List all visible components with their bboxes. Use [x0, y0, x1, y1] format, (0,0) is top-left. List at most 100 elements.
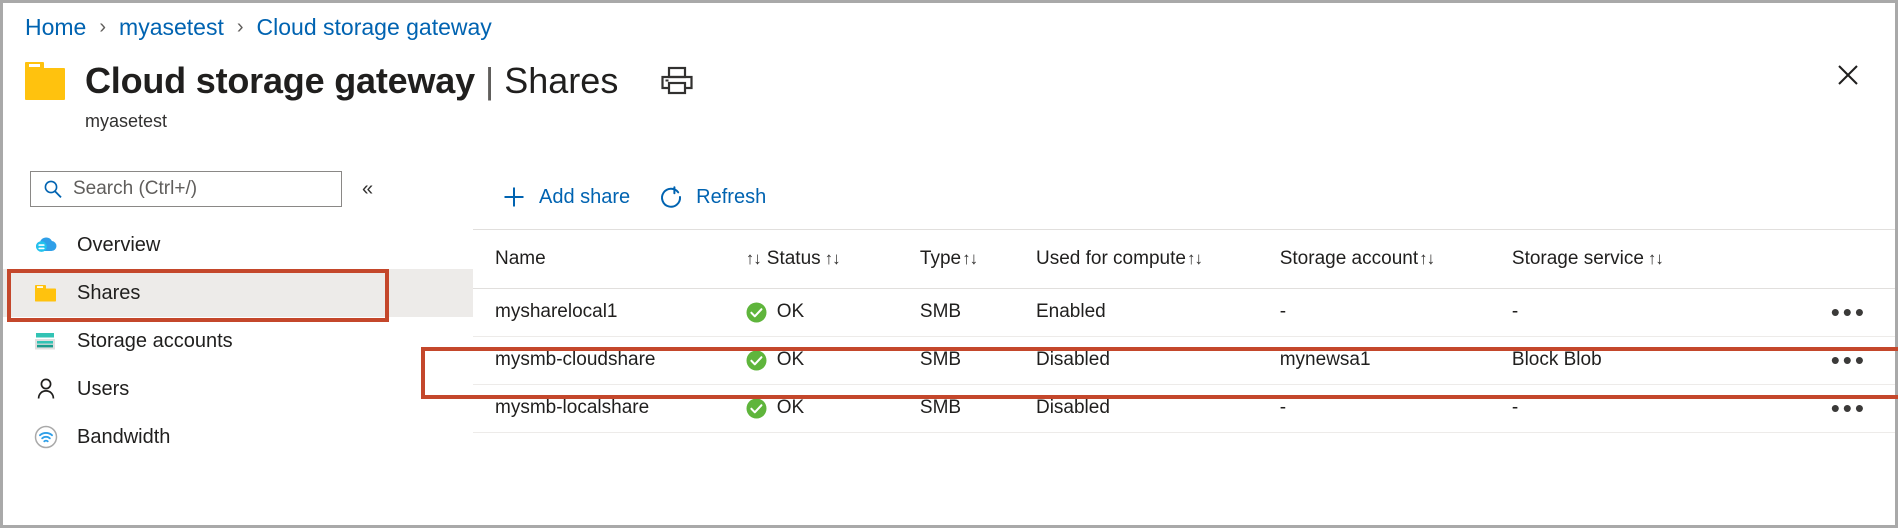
- bandwidth-icon: [33, 424, 59, 450]
- sidebar-item-bandwidth[interactable]: Bandwidth: [3, 413, 473, 461]
- cell-name[interactable]: mysmb-cloudshare: [473, 336, 746, 384]
- table-body: mysharelocal1 OK: [473, 288, 1895, 432]
- shares-table-wrapper: Name ↑↓Status↑↓ Type↑↓ Used for compute↑…: [473, 229, 1895, 433]
- table-row[interactable]: mysmb-localshare OK: [473, 384, 1895, 432]
- folder-icon: [33, 280, 59, 306]
- sidebar-item-label: Bandwidth: [77, 426, 170, 449]
- breadcrumb-separator: ›: [237, 16, 244, 39]
- folder-icon: [25, 62, 71, 100]
- column-header-label: Storage service: [1512, 248, 1644, 269]
- cell-name[interactable]: mysharelocal1: [473, 288, 746, 336]
- row-context-menu-button[interactable]: •••: [1831, 347, 1867, 373]
- sidebar-item-shares[interactable]: Shares: [3, 269, 473, 317]
- column-header-actions: [1744, 230, 1895, 288]
- column-header-label: Storage account: [1280, 248, 1418, 269]
- refresh-label: Refresh: [696, 186, 766, 209]
- add-share-label: Add share: [539, 186, 630, 209]
- cell-status: OK: [746, 384, 920, 432]
- shares-table: Name ↑↓Status↑↓ Type↑↓ Used for compute↑…: [473, 230, 1895, 433]
- breadcrumb-item-home[interactable]: Home: [25, 14, 86, 41]
- title-row: Cloud storage gateway | Shares: [25, 55, 694, 107]
- column-header-storage-service[interactable]: Storage service↑↓: [1512, 230, 1744, 288]
- sort-arrows-icon[interactable]: ↑↓: [746, 249, 761, 268]
- status-label: OK: [777, 349, 804, 371]
- cell-status: OK: [746, 288, 920, 336]
- cell-status: OK: [746, 336, 920, 384]
- command-bar: Add share Refresh: [473, 171, 1895, 223]
- column-header-label: Status: [767, 248, 821, 269]
- collapse-sidebar-button[interactable]: «: [362, 179, 373, 199]
- person-icon: [33, 376, 59, 402]
- cell-storage-service: -: [1512, 384, 1744, 432]
- breadcrumb-item-myasetest[interactable]: myasetest: [119, 14, 224, 41]
- sidebar-item-storage-accounts[interactable]: Storage accounts: [3, 317, 473, 365]
- sidebar-item-label: Overview: [77, 234, 160, 257]
- cell-storage-account: mynewsa1: [1280, 336, 1512, 384]
- column-header-label: Name: [495, 248, 546, 269]
- sidebar-search-row: «: [3, 171, 473, 207]
- sidebar-item-label: Storage accounts: [77, 330, 233, 353]
- sort-arrows-icon[interactable]: ↑↓: [1648, 249, 1663, 268]
- sidebar: « Overview: [3, 171, 473, 528]
- resource-name: myasetest: [85, 111, 694, 132]
- column-header-used-for-compute[interactable]: Used for compute↑↓: [1036, 230, 1280, 288]
- refresh-icon: [658, 184, 684, 210]
- print-icon[interactable]: [660, 66, 694, 96]
- cell-used-for-compute: Disabled: [1036, 336, 1280, 384]
- column-header-status[interactable]: ↑↓Status↑↓: [746, 230, 920, 288]
- column-header-storage-account[interactable]: Storage account↑↓: [1280, 230, 1512, 288]
- search-box[interactable]: [30, 171, 342, 207]
- sidebar-item-label: Shares: [77, 282, 140, 305]
- cell-actions: •••: [1744, 336, 1895, 384]
- check-circle-icon: [746, 302, 767, 323]
- cell-storage-account: -: [1280, 384, 1512, 432]
- column-header-label: Used for compute: [1036, 248, 1186, 269]
- row-context-menu-button[interactable]: •••: [1831, 395, 1867, 421]
- sort-arrows-icon[interactable]: ↑↓: [825, 249, 840, 268]
- breadcrumb-item-cloud-storage-gateway[interactable]: Cloud storage gateway: [257, 14, 492, 41]
- cell-used-for-compute: Enabled: [1036, 288, 1280, 336]
- column-header-type[interactable]: Type↑↓: [920, 230, 1036, 288]
- cell-type: SMB: [920, 336, 1036, 384]
- row-context-menu-button[interactable]: •••: [1831, 299, 1867, 325]
- cell-used-for-compute: Disabled: [1036, 384, 1280, 432]
- breadcrumb: Home › myasetest › Cloud storage gateway: [25, 11, 492, 43]
- add-share-button[interactable]: Add share: [501, 177, 630, 217]
- search-icon: [43, 179, 63, 199]
- cell-storage-service: -: [1512, 288, 1744, 336]
- sidebar-item-users[interactable]: Users: [3, 365, 473, 413]
- refresh-button[interactable]: Refresh: [658, 177, 766, 217]
- cell-storage-account: -: [1280, 288, 1512, 336]
- sidebar-item-shares-container: Shares: [3, 269, 473, 317]
- title-separator: |: [485, 60, 494, 102]
- column-header-name[interactable]: Name: [473, 230, 746, 288]
- sort-arrows-icon[interactable]: ↑↓: [1419, 249, 1434, 268]
- column-header-label: Type: [920, 248, 961, 269]
- table-row[interactable]: mysmb-cloudshare OK: [473, 336, 1895, 384]
- blade-header: Cloud storage gateway | Shares myasetest: [25, 55, 694, 125]
- sidebar-item-overview[interactable]: Overview: [3, 221, 473, 269]
- page-section-title: Shares: [504, 60, 618, 102]
- sidebar-item-label: Users: [77, 378, 129, 401]
- close-icon[interactable]: [1833, 60, 1863, 90]
- check-circle-icon: [746, 350, 767, 371]
- check-circle-icon: [746, 398, 767, 419]
- plus-icon: [501, 184, 527, 210]
- cell-actions: •••: [1744, 288, 1895, 336]
- table-row[interactable]: mysharelocal1 OK: [473, 288, 1895, 336]
- cell-name[interactable]: mysmb-localshare: [473, 384, 746, 432]
- breadcrumb-separator: ›: [99, 16, 106, 39]
- cloud-icon: [33, 232, 59, 258]
- sort-arrows-icon[interactable]: ↑↓: [1187, 249, 1202, 268]
- table-header: Name ↑↓Status↑↓ Type↑↓ Used for compute↑…: [473, 230, 1895, 288]
- status-label: OK: [777, 301, 804, 323]
- table-header-row: Name ↑↓Status↑↓ Type↑↓ Used for compute↑…: [473, 230, 1895, 288]
- cell-type: SMB: [920, 384, 1036, 432]
- sort-arrows-icon[interactable]: ↑↓: [962, 249, 977, 268]
- storage-account-icon: [33, 328, 59, 354]
- cell-storage-service: Block Blob: [1512, 336, 1744, 384]
- azure-portal-blade: Home › myasetest › Cloud storage gateway…: [0, 0, 1898, 528]
- search-input[interactable]: [71, 177, 321, 201]
- cell-actions: •••: [1744, 384, 1895, 432]
- main-content: Add share Refresh Name: [473, 171, 1895, 525]
